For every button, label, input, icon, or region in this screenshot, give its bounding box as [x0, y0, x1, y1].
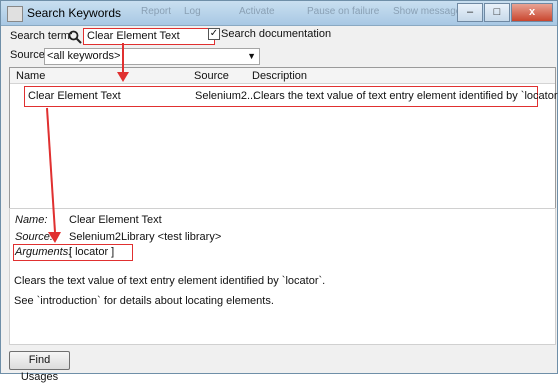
row-source-cell: Selenium2... — [195, 90, 257, 102]
details-description-line-1: Clears the text value of text entry elem… — [14, 275, 326, 287]
search-input[interactable]: Clear Element Text — [83, 28, 215, 45]
search-documentation-checkbox[interactable]: ✓ — [208, 28, 220, 40]
background-menu-log: Log — [184, 6, 201, 17]
background-menu-report: Report — [141, 6, 172, 17]
keyword-details-panel: Name: Clear Element Text Source: Seleniu… — [9, 208, 556, 345]
details-source-value: Selenium2Library <test library> — [69, 231, 222, 243]
background-menu-pause: Pause on failure — [307, 6, 380, 17]
source-label: Source: — [10, 49, 48, 61]
window-title: Search Keywords — [27, 6, 122, 20]
search-documentation-label: Search documentation — [221, 28, 332, 40]
details-arguments-label: Arguments: — [15, 246, 72, 258]
search-icon — [68, 30, 82, 44]
column-header-name[interactable]: Name — [16, 70, 45, 82]
column-header-description[interactable]: Description — [252, 70, 307, 82]
details-name-value: Clear Element Text — [69, 214, 162, 226]
table-header: Name Source Description — [10, 68, 555, 84]
minimize-button[interactable]: – — [457, 3, 483, 22]
source-select[interactable]: <all keywords> ▼ — [44, 48, 260, 65]
title-bar[interactable]: Search Keywords Report Log Activate Paus… — [1, 1, 557, 26]
details-name-label: Name: — [15, 214, 48, 226]
details-source-label: Source: — [15, 231, 53, 243]
search-keywords-dialog: Search Keywords Report Log Activate Paus… — [0, 0, 558, 383]
window-controls: – □ x — [456, 3, 553, 22]
row-description-cell: Clears the text value of text entry elem… — [253, 90, 558, 102]
column-header-source[interactable]: Source — [194, 70, 229, 82]
details-description-line-2: See `introduction` for details about loc… — [14, 295, 274, 307]
background-menu-activate: Activate — [239, 6, 275, 17]
maximize-button[interactable]: □ — [484, 3, 510, 22]
app-icon — [7, 6, 23, 22]
details-arguments-value: [ locator ] — [69, 246, 115, 258]
table-row[interactable]: Clear Element Text Selenium2... Clears t… — [24, 86, 558, 107]
source-select-value: <all keywords> — [47, 50, 121, 62]
keywords-table: Name Source Description Clear Element Te… — [9, 67, 558, 209]
row-name-cell: Clear Element Text — [28, 90, 121, 102]
find-usages-button[interactable]: Find Usages — [9, 351, 70, 383]
close-button[interactable]: x — [511, 3, 553, 22]
chevron-down-icon: ▼ — [247, 51, 256, 61]
search-term-label: Search term: — [10, 30, 73, 42]
